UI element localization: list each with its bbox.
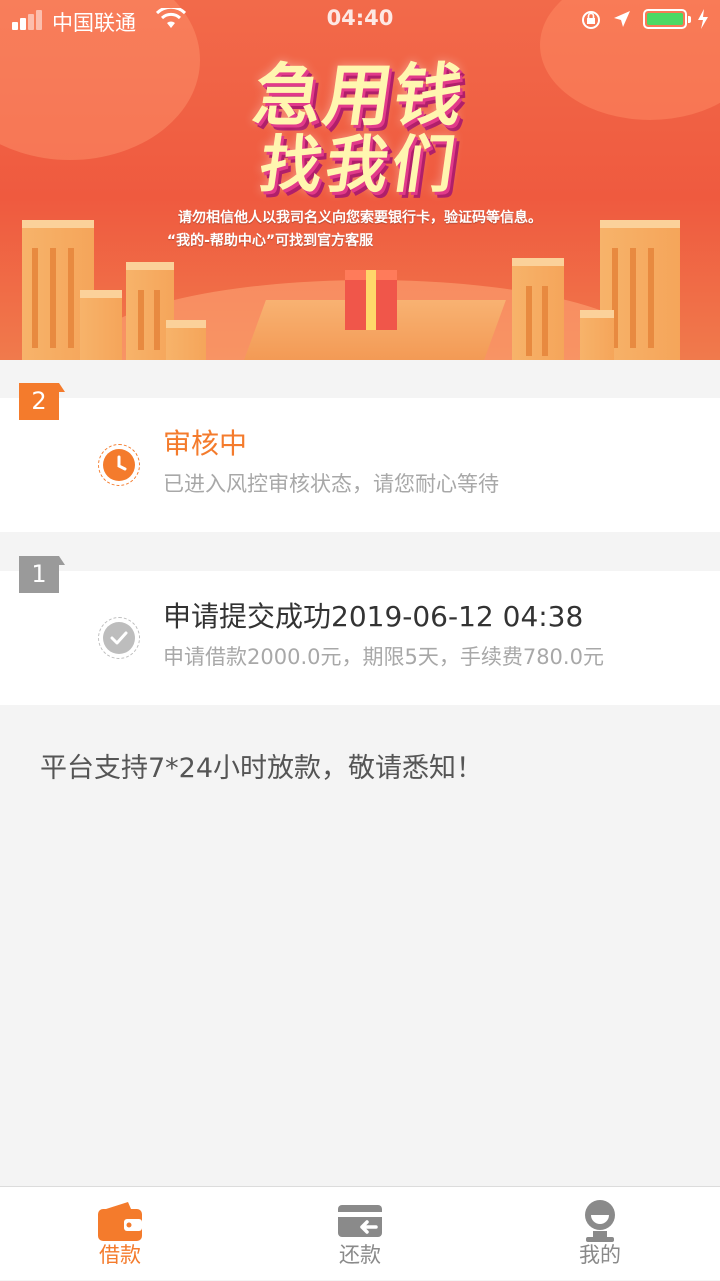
status-bar: 中国联通 04:40 <box>0 0 720 40</box>
headline-line-2: 找我们 <box>255 128 464 201</box>
wallet-icon <box>98 1202 142 1241</box>
building-illustration <box>166 320 206 360</box>
tab-label: 我的 <box>579 1243 621 1267</box>
banner-headline: 急用钱 找我们 <box>195 22 525 201</box>
building-illustration <box>580 310 614 360</box>
step-subtitle: 申请借款2000.0元，期限5天，手续费780.0元 <box>163 645 604 669</box>
tab-mine[interactable]: 我的 <box>480 1187 720 1281</box>
tab-repay[interactable]: 还款 <box>240 1187 480 1281</box>
banner-notice-line-1: 请勿相信他人以我司名义向您索要银行卡，验证码等信息。 <box>178 210 542 226</box>
disbursement-notice: 平台支持7*24小时放款，敬请悉知！ <box>40 753 484 784</box>
tab-borrow[interactable]: 借款 <box>0 1187 240 1281</box>
gift-box-icon <box>345 270 397 330</box>
profile-icon <box>585 1200 615 1242</box>
step-title: 审核中 <box>163 427 248 460</box>
location-arrow-icon <box>614 11 630 27</box>
banner-notice-line-2: “我的-帮助中心”可找到官方客服 <box>166 233 374 249</box>
status-card-submitted: 申请提交成功2019-06-12 04:38 申请借款2000.0元，期限5天，… <box>0 571 720 705</box>
checkmark-icon <box>98 617 140 659</box>
building-illustration <box>512 258 564 360</box>
step-number-badge: 2 <box>19 383 65 420</box>
repay-card-icon <box>338 1205 382 1237</box>
status-card-reviewing: 审核中 已进入风控审核状态，请您耐心等待 <box>0 398 720 532</box>
building-illustration <box>80 290 122 360</box>
step-number-badge: 1 <box>19 556 65 593</box>
rotation-lock-icon <box>582 11 600 29</box>
bottom-tab-bar: 借款 还款 我的 <box>0 1186 720 1280</box>
step-subtitle: 已进入风控审核状态，请您耐心等待 <box>163 472 499 496</box>
step-title: 申请提交成功2019-06-12 04:38 <box>163 600 584 633</box>
tab-label: 借款 <box>99 1243 141 1267</box>
tab-label: 还款 <box>339 1243 381 1267</box>
battery-icon <box>643 9 691 29</box>
promo-banner[interactable]: 急用钱 找我们 请勿相信他人以我司名义向您索要银行卡，验证码等信息。 “我的-帮… <box>0 0 720 360</box>
clock-icon <box>98 444 140 486</box>
charging-bolt-icon <box>698 9 708 29</box>
